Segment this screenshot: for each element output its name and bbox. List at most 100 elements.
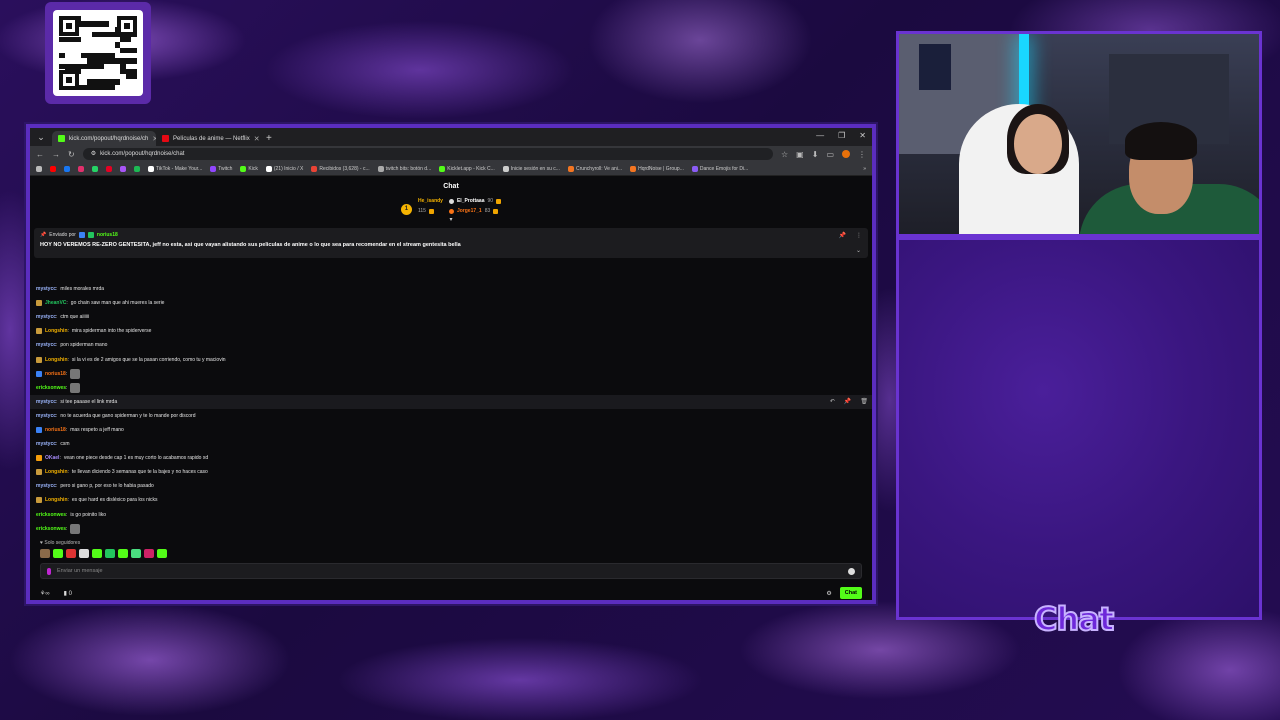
url-field[interactable]: ⚙ kick.com/popout/hqrdnoise/chat xyxy=(82,148,773,160)
bookmark-item[interactable]: (21) Inicio / X xyxy=(265,165,303,172)
profile-avatar[interactable] xyxy=(842,150,850,158)
chat-message[interactable]: mystycc: miles morales mrda xyxy=(36,282,866,296)
emoji-picker-icon[interactable] xyxy=(848,567,855,575)
gifter-2[interactable]: El_Prottaaa 90 Jorge17_1 83 xyxy=(448,196,502,222)
chat-message[interactable]: ericksonwes: xyxy=(36,522,866,536)
emote-icon[interactable] xyxy=(131,549,141,558)
send-chat-button[interactable]: Chat xyxy=(839,587,862,599)
chat-message[interactable]: mystycc: ctm que aiiiiii xyxy=(36,310,866,324)
instagram-icon[interactable] xyxy=(78,165,84,172)
settings-gear-icon[interactable]: ⚙ xyxy=(826,590,831,597)
viewers-widget[interactable]: ▮ 0 xyxy=(64,590,72,597)
youtube-icon[interactable] xyxy=(50,165,56,172)
reload-icon[interactable]: ↻ xyxy=(68,150,75,159)
cast-icon[interactable]: ▭ xyxy=(826,150,834,159)
emote-icon[interactable] xyxy=(40,549,50,558)
delete-icon[interactable]: 🗑 xyxy=(860,398,868,405)
emote-icon[interactable] xyxy=(118,549,128,558)
bookmark-star-icon[interactable]: ☆ xyxy=(781,150,788,159)
chat-message[interactable]: Longshin: si la vi es de 2 amigos que se … xyxy=(36,352,866,366)
close-window-icon[interactable]: ✕ xyxy=(859,131,866,140)
chat-username[interactable]: Longshin xyxy=(45,469,68,475)
tab-kick-chat[interactable]: kick.com/popout/hqrdnoise/ch ✕ xyxy=(52,131,156,146)
collapse-gifters-icon[interactable]: ▾ xyxy=(30,216,872,223)
emote-icon[interactable] xyxy=(79,549,89,558)
chat-message[interactable]: Longshin: es que hard es disléxico para l… xyxy=(36,493,866,507)
chat-username[interactable]: ericksonwes xyxy=(36,512,66,518)
minimize-icon[interactable]: — xyxy=(816,131,824,140)
bookmark-item[interactable]: HqrdNoise | Group... xyxy=(630,165,684,172)
chat-message[interactable]: JheanVC: go chain saw man que ahi mueres … xyxy=(36,296,866,310)
pinned-user[interactable]: norius18 xyxy=(97,232,118,238)
close-tab-icon[interactable]: ✕ xyxy=(254,135,260,143)
site-info-icon[interactable]: ⚙ xyxy=(91,148,96,160)
chat-username[interactable]: mystycc xyxy=(36,286,56,292)
chat-username[interactable]: mystycc xyxy=(36,314,56,320)
bookmark-item[interactable]: Dance Emojis for Di... xyxy=(691,165,748,172)
chat-message[interactable]: mystycc: csm xyxy=(36,437,866,451)
more-bookmarks-icon[interactable]: » xyxy=(863,166,866,172)
more-options-icon[interactable]: ⋮ xyxy=(856,232,862,239)
chat-message[interactable]: mystycc: no te acuerda que gano spiderman… xyxy=(36,409,866,423)
reply-icon[interactable]: ↶ xyxy=(830,398,835,405)
chat-message[interactable]: ericksonwes: is go poinito liko xyxy=(36,508,866,522)
bookmark-item[interactable]: twitch bits: botón d... xyxy=(377,165,431,172)
bookmark-item[interactable]: Inicie sesión en su c... xyxy=(502,165,560,172)
bookmark-item[interactable]: Twitch xyxy=(210,165,232,172)
facebook-icon[interactable] xyxy=(64,165,70,172)
unpin-icon[interactable]: 📌 xyxy=(839,232,846,239)
new-tab-icon[interactable]: + xyxy=(260,133,278,144)
expand-pinned-icon[interactable]: ⌄ xyxy=(856,247,861,254)
tab-netflix[interactable]: Películas de anime — Netflix ✕ xyxy=(156,131,260,146)
chat-message[interactable]: norius18: mas respeto a jeff mano xyxy=(36,423,866,437)
emote-icon[interactable] xyxy=(53,549,63,558)
chat-username[interactable]: Longshin xyxy=(45,357,68,363)
forward-icon[interactable]: → xyxy=(52,150,60,159)
emote-icon[interactable] xyxy=(66,549,76,558)
emote-icon[interactable] xyxy=(92,549,102,558)
chat-username[interactable]: OKael xyxy=(45,455,59,461)
pin-icon[interactable]: 📌 xyxy=(844,398,851,405)
chat-username[interactable]: mystycc xyxy=(36,441,56,447)
chat-message[interactable]: Longshin: mira spiderman into the spiderv… xyxy=(36,324,866,338)
chat-username[interactable]: Longshin xyxy=(45,328,68,334)
bookmark-item[interactable]: Kick xyxy=(240,165,258,172)
chat-input[interactable]: Enviar un mensaje xyxy=(40,563,862,579)
chat-username[interactable]: norius18 xyxy=(45,371,66,377)
tab-search-icon[interactable]: ⌄ xyxy=(34,130,48,144)
chat-username[interactable]: mystycc xyxy=(36,399,56,405)
emote-icon[interactable] xyxy=(144,549,154,558)
chat-username[interactable]: norius18 xyxy=(45,427,66,433)
emote-icon[interactable] xyxy=(157,549,167,558)
chat-username[interactable]: mystycc xyxy=(36,413,56,419)
chat-username[interactable]: Longshin xyxy=(45,497,68,503)
chat-username[interactable]: JheanVC xyxy=(45,300,66,306)
pinterest-icon[interactable] xyxy=(106,165,112,172)
menu-icon[interactable]: ⋮ xyxy=(858,150,866,159)
chat-username[interactable]: mystycc xyxy=(36,483,56,489)
chat-message[interactable]: norius18: xyxy=(36,367,866,381)
chat-username[interactable]: mystycc xyxy=(36,342,56,348)
bookmark-item[interactable]: Crunchyroll: Ve ani... xyxy=(567,165,622,172)
emote-icon[interactable] xyxy=(105,549,115,558)
gifter-1[interactable]: He_isandy 115 xyxy=(418,196,443,222)
chat-message[interactable]: ericksonwes: xyxy=(36,381,866,395)
chat-username[interactable]: ericksonwes xyxy=(36,385,66,391)
bookmark-item[interactable]: TikTok - Make Your... xyxy=(148,165,202,172)
back-icon[interactable]: ← xyxy=(36,150,44,159)
maximize-icon[interactable]: ❐ xyxy=(838,131,845,140)
bookmark-item[interactable]: Kicklet.app - Kick C... xyxy=(439,165,495,172)
bookmark-item[interactable]: Recibidos (3,628) - c... xyxy=(311,165,370,172)
whatsapp-icon[interactable] xyxy=(92,165,98,172)
chat-message[interactable]: mystycc: pon spiderman mano xyxy=(36,338,866,352)
downloads-icon[interactable]: ⬇ xyxy=(812,150,819,159)
chat-message[interactable]: OKael: vean one piece desde cap 1 es muy … xyxy=(36,451,866,465)
mic-icon[interactable] xyxy=(47,567,51,575)
chat-message[interactable]: mystycc: pero si gano p, por eso te lo ha… xyxy=(36,479,866,493)
chat-message[interactable]: Longshin: te llevan diciendo 3 semanas qu… xyxy=(36,465,866,479)
extensions-icon[interactable]: ▣ xyxy=(796,150,804,159)
chat-username[interactable]: ericksonwes xyxy=(36,526,66,532)
kick-points-icon[interactable]: ⚘∞ xyxy=(40,590,50,597)
chat-message[interactable]: mystycc: si tee paaase el link mrda ↶ 📌 🗑 xyxy=(30,394,872,409)
messenger-icon[interactable] xyxy=(120,165,126,172)
